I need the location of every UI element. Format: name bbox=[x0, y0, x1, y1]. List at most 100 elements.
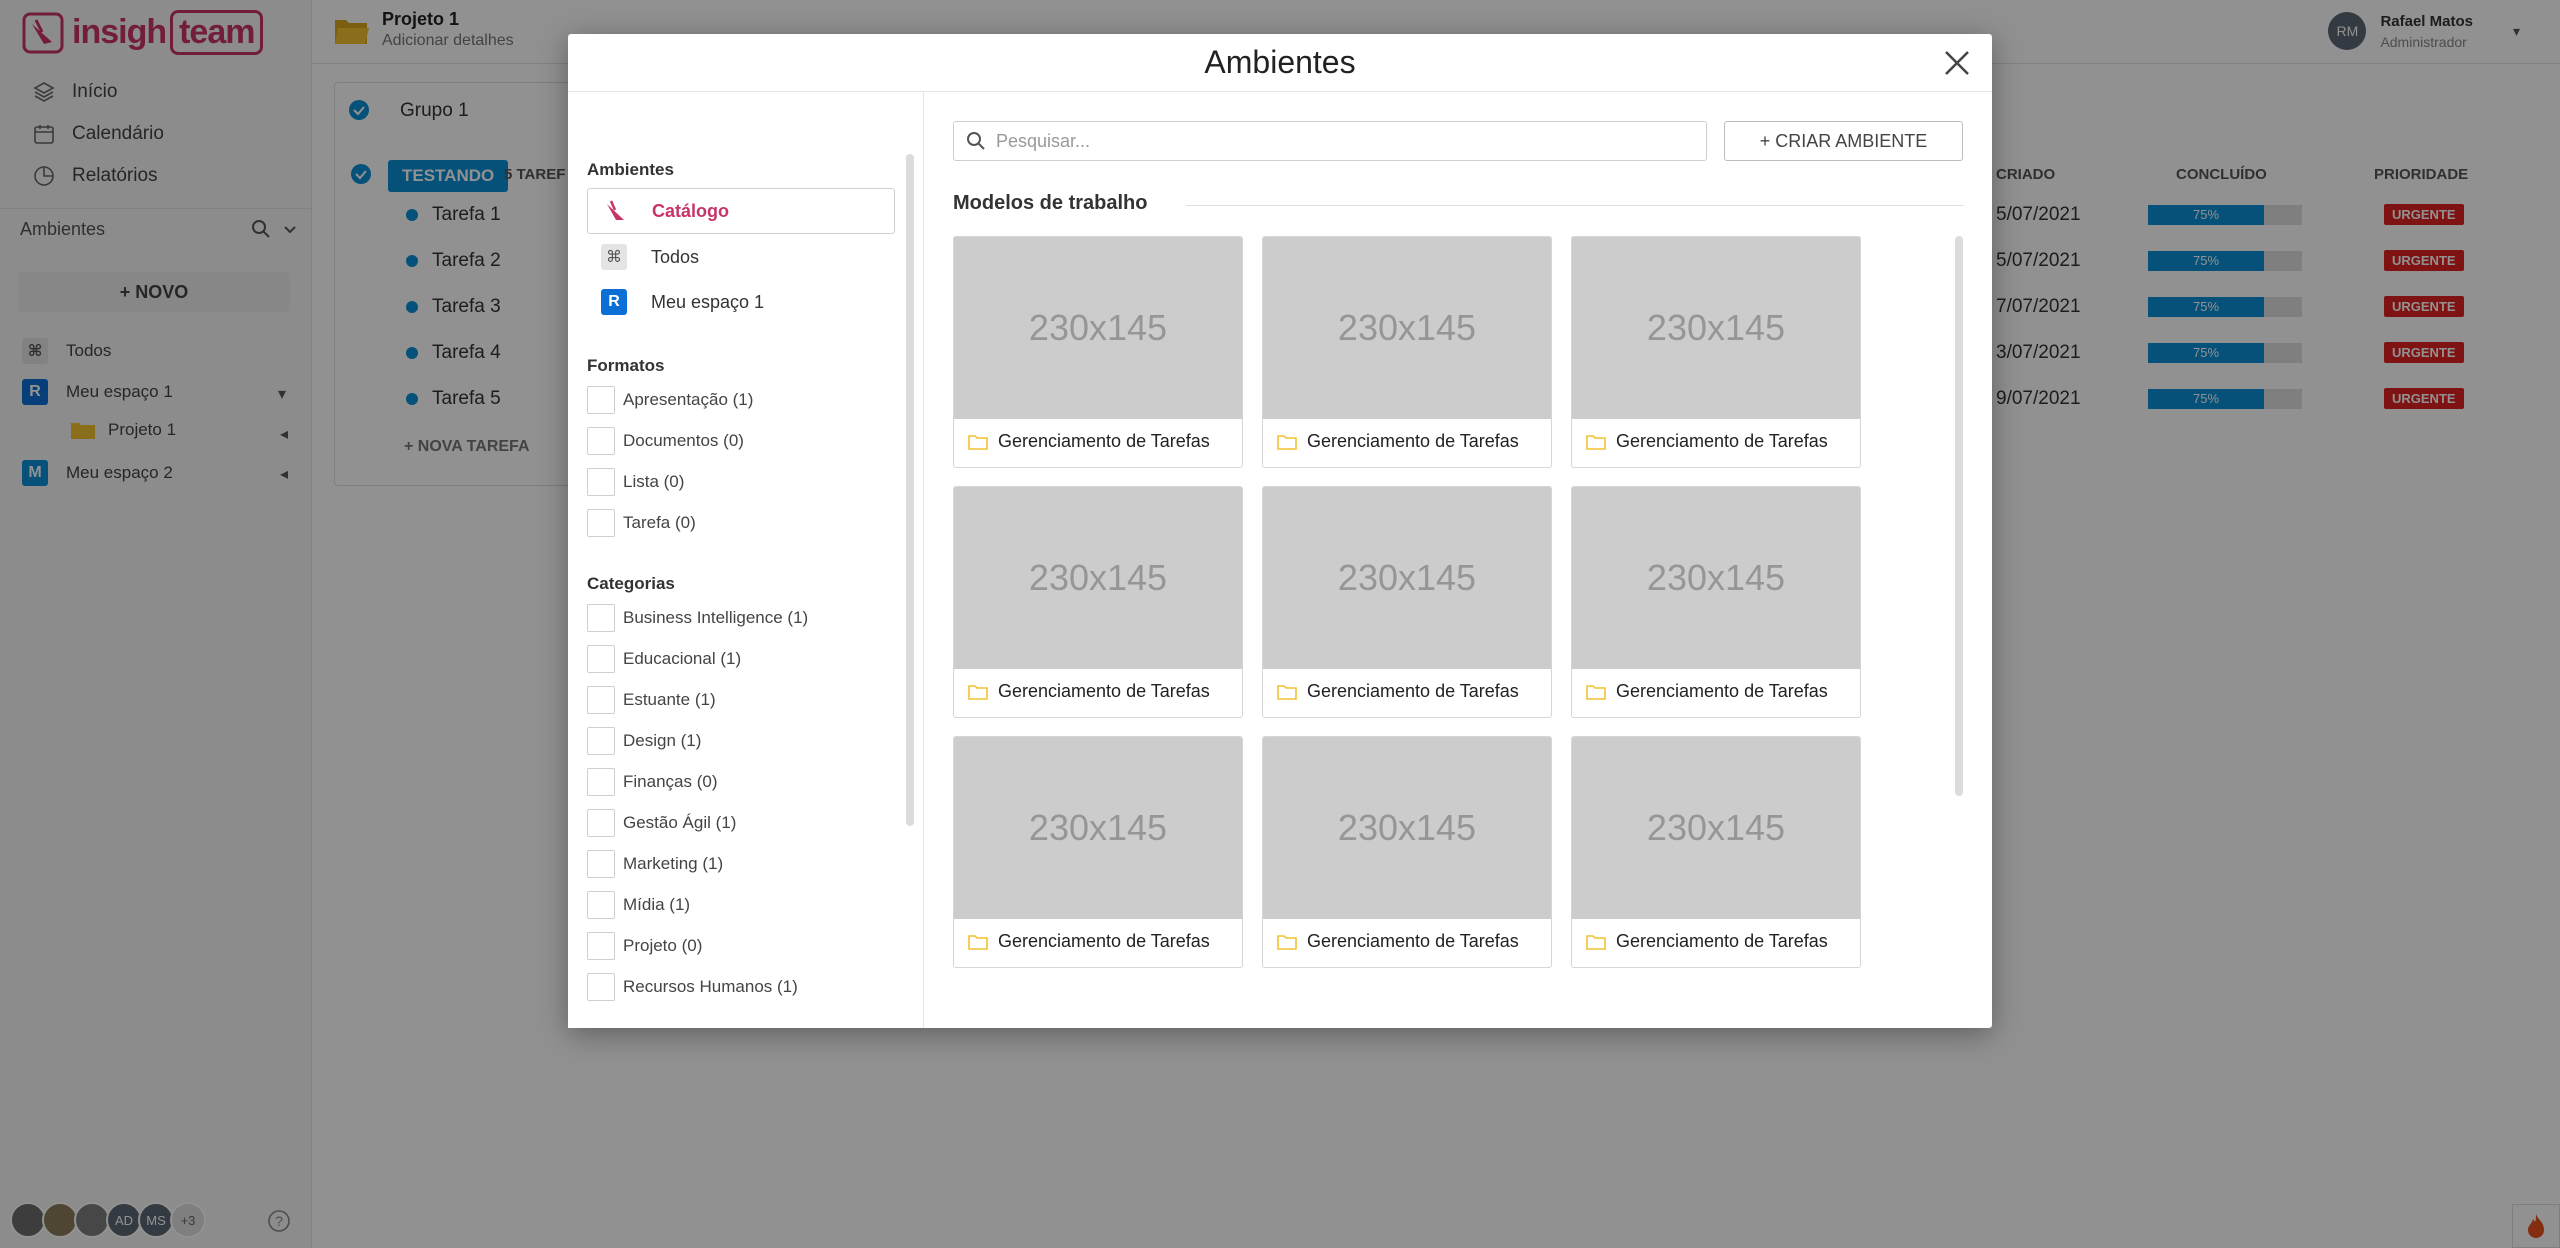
create-ambiente-button[interactable]: + CRIAR AMBIENTE bbox=[1724, 121, 1963, 161]
templates-scrollbar[interactable] bbox=[1955, 236, 1963, 796]
filter-label: Business Intelligence (1) bbox=[623, 608, 809, 627]
space-label: Meu espaço 1 bbox=[651, 291, 765, 312]
template-card[interactable]: 230x145 Gerenciamento de Tarefas bbox=[1571, 486, 1861, 718]
modal-header: Ambientes bbox=[568, 34, 1992, 92]
checkbox[interactable] bbox=[587, 686, 615, 714]
template-footer: Gerenciamento de Tarefas bbox=[968, 681, 1210, 702]
filter-categoria[interactable]: Marketing (1) bbox=[587, 850, 723, 878]
folder-icon bbox=[968, 934, 988, 950]
template-footer: Gerenciamento de Tarefas bbox=[1277, 431, 1519, 452]
filter-panel: Ambientes Catálogo ⌘ Todos R Meu espaço … bbox=[568, 92, 924, 1028]
filter-formato[interactable]: Lista (0) bbox=[587, 468, 684, 496]
checkbox[interactable] bbox=[587, 809, 615, 837]
filter-label: Marketing (1) bbox=[623, 854, 724, 873]
template-footer: Gerenciamento de Tarefas bbox=[1277, 931, 1519, 952]
template-label: Gerenciamento de Tarefas bbox=[998, 431, 1210, 451]
filter-categoria[interactable]: Recursos Humanos (1) bbox=[587, 973, 798, 1001]
checkbox[interactable] bbox=[587, 645, 615, 673]
template-card[interactable]: 230x145 Gerenciamento de Tarefas bbox=[1262, 486, 1552, 718]
filter-label: Apresentação (1) bbox=[623, 390, 754, 409]
checkbox[interactable] bbox=[587, 727, 615, 755]
folder-icon bbox=[1586, 684, 1606, 700]
filter-categoria[interactable]: Projeto (0) bbox=[587, 932, 702, 960]
folder-icon bbox=[1277, 684, 1297, 700]
checkbox[interactable] bbox=[587, 932, 615, 960]
checkbox[interactable] bbox=[587, 768, 615, 796]
filter-categoria[interactable]: Business Intelligence (1) bbox=[587, 604, 808, 632]
search-box[interactable] bbox=[953, 121, 1707, 161]
template-thumbnail: 230x145 bbox=[1263, 487, 1551, 669]
filter-label: Lista (0) bbox=[623, 472, 685, 491]
template-thumbnail: 230x145 bbox=[954, 737, 1242, 919]
todos-label: Todos bbox=[651, 246, 700, 267]
template-card[interactable]: 230x145 Gerenciamento de Tarefas bbox=[1571, 736, 1861, 968]
filter-label: Gestão Ágil (1) bbox=[623, 813, 737, 832]
checkbox[interactable] bbox=[587, 427, 615, 455]
filter-label: Tarefa (0) bbox=[623, 513, 696, 532]
template-card[interactable]: 230x145 Gerenciamento de Tarefas bbox=[953, 236, 1243, 468]
checkbox[interactable] bbox=[587, 891, 615, 919]
space-letter-badge: R bbox=[601, 289, 627, 315]
folder-icon bbox=[968, 434, 988, 450]
template-card[interactable]: 230x145 Gerenciamento de Tarefas bbox=[953, 486, 1243, 718]
filter-label: Educacional (1) bbox=[623, 649, 742, 668]
template-footer: Gerenciamento de Tarefas bbox=[1586, 681, 1828, 702]
catalog-item[interactable]: Catálogo bbox=[587, 188, 895, 234]
template-label: Gerenciamento de Tarefas bbox=[1307, 681, 1519, 701]
catalog-logo-icon bbox=[607, 200, 624, 220]
template-thumbnail: 230x145 bbox=[1263, 237, 1551, 419]
filter-categoria[interactable]: Mídia (1) bbox=[587, 891, 690, 919]
filter-categoria[interactable]: Finanças (0) bbox=[587, 768, 717, 796]
filter-categoria[interactable]: Educacional (1) bbox=[587, 645, 741, 673]
template-card[interactable]: 230x145 Gerenciamento de Tarefas bbox=[1571, 236, 1861, 468]
template-thumbnail: 230x145 bbox=[954, 487, 1242, 669]
filter-label: Projeto (0) bbox=[623, 936, 703, 955]
template-thumbnail: 230x145 bbox=[1263, 737, 1551, 919]
filter-formato[interactable]: Documentos (0) bbox=[587, 427, 744, 455]
template-label: Gerenciamento de Tarefas bbox=[998, 931, 1210, 951]
template-footer: Gerenciamento de Tarefas bbox=[1586, 931, 1828, 952]
search-input[interactable] bbox=[996, 130, 1676, 152]
todos-item[interactable]: ⌘ Todos bbox=[587, 234, 895, 280]
search-icon bbox=[967, 132, 985, 150]
template-label: Gerenciamento de Tarefas bbox=[1616, 681, 1828, 701]
template-footer: Gerenciamento de Tarefas bbox=[968, 431, 1210, 452]
filter-label: Design (1) bbox=[623, 731, 702, 750]
checkbox[interactable] bbox=[587, 604, 615, 632]
template-card[interactable]: 230x145 Gerenciamento de Tarefas bbox=[1262, 236, 1552, 468]
folder-icon bbox=[1586, 934, 1606, 950]
categorias-title: Categorias bbox=[587, 574, 675, 593]
close-icon[interactable] bbox=[1942, 48, 1972, 78]
ambientes-title: Ambientes bbox=[587, 160, 674, 179]
template-footer: Gerenciamento de Tarefas bbox=[968, 931, 1210, 952]
checkbox[interactable] bbox=[587, 850, 615, 878]
filter-label: Finanças (0) bbox=[623, 772, 718, 791]
meu-espaco-1-item[interactable]: R Meu espaço 1 bbox=[587, 279, 895, 325]
folder-icon bbox=[968, 684, 988, 700]
catalog-label: Catálogo bbox=[652, 200, 730, 221]
checkbox[interactable] bbox=[587, 468, 615, 496]
filter-categoria[interactable]: Gestão Ágil (1) bbox=[587, 809, 736, 837]
filter-formato[interactable]: Tarefa (0) bbox=[587, 509, 696, 537]
template-card[interactable]: 230x145 Gerenciamento de Tarefas bbox=[1262, 736, 1552, 968]
template-card[interactable]: 230x145 Gerenciamento de Tarefas bbox=[953, 736, 1243, 968]
filter-label: Mídia (1) bbox=[623, 895, 691, 914]
template-label: Gerenciamento de Tarefas bbox=[1616, 431, 1828, 451]
filter-label: Estuante (1) bbox=[623, 690, 716, 709]
filter-formato[interactable]: Apresentação (1) bbox=[587, 386, 753, 414]
template-thumbnail: 230x145 bbox=[1572, 737, 1860, 919]
filter-categoria[interactable]: Design (1) bbox=[587, 727, 701, 755]
template-label: Gerenciamento de Tarefas bbox=[1307, 431, 1519, 451]
checkbox[interactable] bbox=[587, 386, 615, 414]
filter-scrollbar[interactable] bbox=[906, 154, 914, 826]
template-thumbnail: 230x145 bbox=[1572, 237, 1860, 419]
checkbox[interactable] bbox=[587, 509, 615, 537]
formatos-title: Formatos bbox=[587, 356, 665, 375]
ambientes-modal: Ambientes Ambientes Catálogo ⌘ Todos R M… bbox=[568, 34, 1992, 1028]
template-thumbnail: 230x145 bbox=[954, 237, 1242, 419]
filter-label: Documentos (0) bbox=[623, 431, 744, 450]
filter-categoria[interactable]: Estuante (1) bbox=[587, 686, 716, 714]
templates-section-title: Modelos de trabalho bbox=[953, 192, 1148, 214]
folder-icon bbox=[1277, 434, 1297, 450]
checkbox[interactable] bbox=[587, 973, 615, 1001]
